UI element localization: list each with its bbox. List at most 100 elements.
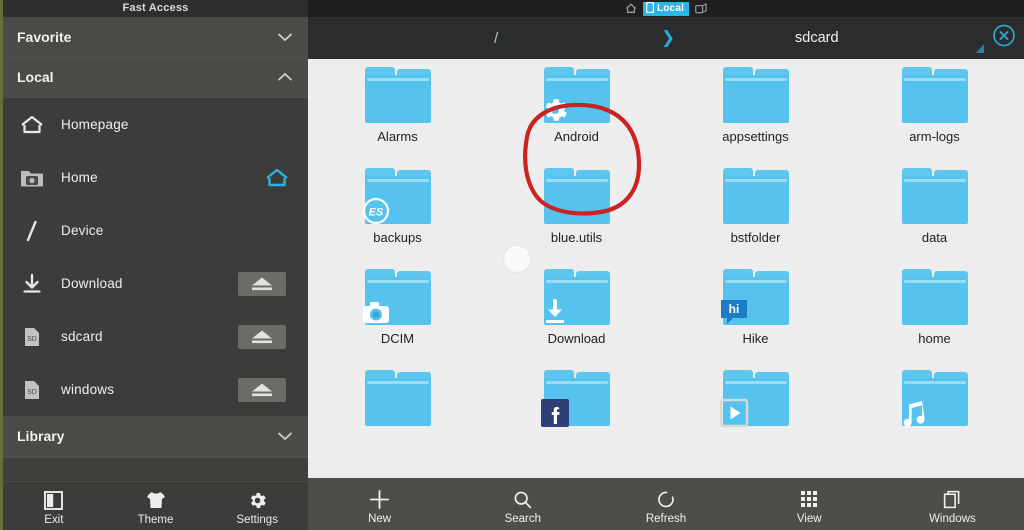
file-item[interactable] xyxy=(487,370,666,471)
file-item[interactable]: Download xyxy=(487,269,666,370)
file-item[interactable]: data xyxy=(845,168,1024,269)
chevron-down-icon xyxy=(276,427,294,445)
file-item[interactable] xyxy=(666,370,845,471)
path-bar: / ❯ sdcard xyxy=(308,17,1024,59)
exit-button[interactable]: Exit xyxy=(3,482,105,530)
file-item[interactable]: hi Hike xyxy=(666,269,845,370)
folder-icon xyxy=(722,168,789,224)
main-bottom-toolbar: New Search Refresh View Windows xyxy=(308,478,1024,530)
folder-icon xyxy=(543,67,610,123)
sidebar-item-sdcard-label: sdcard xyxy=(61,329,103,344)
folder-icon xyxy=(901,168,968,224)
file-grid-area: Alarms Android appsettings arm-logs ES backup… xyxy=(308,59,1024,478)
sidebar-group-favorite-label: Favorite xyxy=(17,28,72,45)
file-item[interactable]: ES backups xyxy=(308,168,487,269)
sidebar: Fast Access Favorite Local Homepage Home… xyxy=(0,0,308,530)
file-item-label: Android xyxy=(554,129,599,144)
home-small-icon[interactable] xyxy=(625,2,637,15)
settings-button[interactable]: Settings xyxy=(206,482,308,530)
search-label: Search xyxy=(504,513,542,525)
sidebar-group-library-label: Library xyxy=(17,427,65,444)
chevron-down-icon xyxy=(276,28,294,46)
eject-icon[interactable] xyxy=(238,324,286,349)
close-circle-icon[interactable] xyxy=(992,24,1016,53)
file-item[interactable] xyxy=(308,370,487,471)
view-button[interactable]: View xyxy=(738,478,881,530)
sidebar-group-favorite[interactable]: Favorite xyxy=(3,17,308,58)
refresh-label: Refresh xyxy=(645,513,687,525)
eject-icon[interactable] xyxy=(238,377,286,402)
plus-icon xyxy=(368,487,391,511)
tab-local[interactable]: Local xyxy=(642,1,690,16)
folder-camera-icon xyxy=(17,163,47,193)
refresh-icon xyxy=(656,487,677,511)
breadcrumb-root[interactable]: / xyxy=(494,30,498,47)
folder-icon xyxy=(901,269,968,325)
sidebar-scroll-strip xyxy=(3,456,308,482)
file-item-label: data xyxy=(921,230,948,245)
folder-icon xyxy=(543,269,610,325)
exit-label: Exit xyxy=(44,514,64,526)
file-item[interactable]: arm-logs xyxy=(845,67,1024,168)
sidebar-bottom-toolbar: Exit Theme Settings xyxy=(3,481,308,530)
search-button[interactable]: Search xyxy=(451,478,594,530)
sidebar-group-local[interactable]: Local xyxy=(3,57,308,98)
exit-panel-icon xyxy=(43,489,64,511)
tab-local-label: Local xyxy=(656,3,685,14)
home-accent-icon[interactable] xyxy=(264,167,288,189)
sidebar-item-download[interactable]: Download xyxy=(3,257,308,310)
folder-icon: hi xyxy=(720,269,789,325)
gear-icon xyxy=(540,95,570,125)
tshirt-icon xyxy=(145,489,167,511)
file-item[interactable]: Android xyxy=(487,67,666,168)
sidebar-item-homepage[interactable]: Homepage xyxy=(3,98,308,151)
chevron-up-icon xyxy=(276,68,294,86)
file-grid: Alarms Android appsettings arm-logs ES backup… xyxy=(308,59,1024,471)
windows-label: Windows xyxy=(929,513,976,525)
sidebar-group-library[interactable]: Library xyxy=(3,416,308,457)
sidebar-item-device[interactable]: Device xyxy=(3,204,308,257)
folder-icon xyxy=(901,67,968,123)
folder-icon xyxy=(719,370,789,428)
sidebar-item-sdcard[interactable]: SD sdcard xyxy=(3,310,308,363)
sidebar-item-homepage-label: Homepage xyxy=(61,117,129,132)
touch-cursor-indicator xyxy=(504,246,530,272)
network-device-icon[interactable] xyxy=(695,2,707,15)
sidebar-item-home-label: Home xyxy=(61,170,98,185)
file-item[interactable]: home xyxy=(845,269,1024,370)
file-item[interactable] xyxy=(845,370,1024,471)
theme-label: Theme xyxy=(137,514,174,526)
music-note-icon xyxy=(898,398,928,428)
top-tab-strip: Local xyxy=(308,0,1024,17)
file-item[interactable]: Alarms xyxy=(308,67,487,168)
sidebar-item-download-label: Download xyxy=(61,276,123,291)
hike-icon: hi xyxy=(719,297,749,327)
new-button[interactable]: New xyxy=(308,478,451,530)
sidebar-item-windows[interactable]: SD windows xyxy=(3,363,308,416)
file-item[interactable]: bstfolder xyxy=(666,168,845,269)
sidebar-nav-list: Homepage Home Device Download SD sdcard … xyxy=(3,98,308,416)
theme-button[interactable]: Theme xyxy=(105,482,207,530)
magnifier-icon xyxy=(512,487,533,511)
file-item[interactable]: appsettings xyxy=(666,67,845,168)
file-manager-window: Fast Access Favorite Local Homepage Home… xyxy=(0,0,1024,530)
folder-icon xyxy=(362,269,431,325)
refresh-button[interactable]: Refresh xyxy=(594,478,737,530)
folder-icon: ES xyxy=(362,168,431,225)
sidebar-group-local-label: Local xyxy=(17,69,54,86)
breadcrumb-current[interactable]: sdcard xyxy=(795,30,839,46)
settings-label: Settings xyxy=(236,514,278,526)
eject-icon[interactable] xyxy=(238,271,286,296)
sidebar-item-home[interactable]: Home xyxy=(3,151,308,204)
svg-text:SD: SD xyxy=(27,389,37,396)
folder-icon xyxy=(722,67,789,123)
svg-text:hi: hi xyxy=(728,302,739,316)
folder-icon xyxy=(901,370,968,427)
file-item-label: Download xyxy=(547,331,606,346)
fast-access-title: Fast Access xyxy=(3,0,308,17)
file-item[interactable]: DCIM xyxy=(308,269,487,370)
es-file-explorer-icon: ES xyxy=(361,196,391,226)
windows-button[interactable]: Windows xyxy=(881,478,1024,530)
sidebar-item-windows-label: windows xyxy=(61,382,115,397)
folder-icon xyxy=(543,168,610,224)
